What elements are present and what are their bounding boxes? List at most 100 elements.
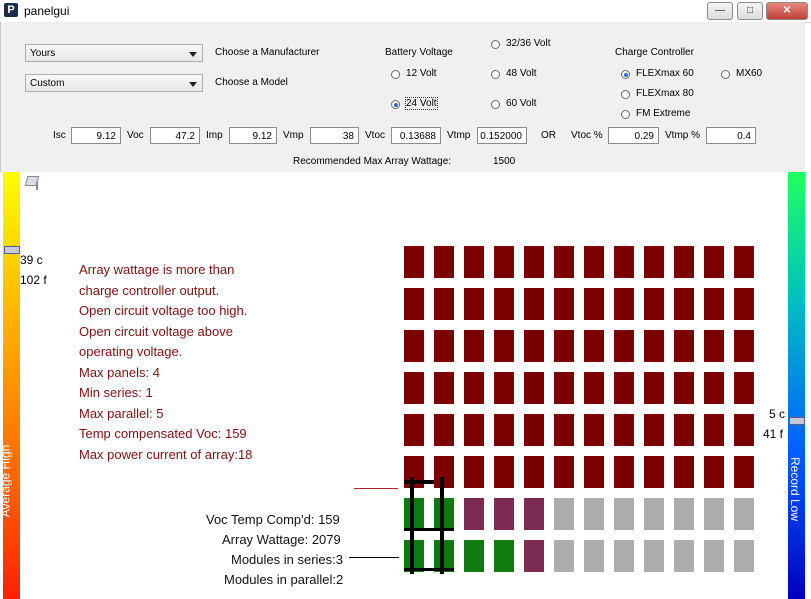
panel-module[interactable] — [674, 330, 694, 362]
panel-module[interactable] — [434, 414, 454, 446]
panel-module[interactable] — [734, 288, 754, 320]
panel-module[interactable] — [494, 330, 514, 362]
vtoc-field[interactable]: 0.13688 — [391, 127, 441, 144]
panel-module[interactable] — [584, 456, 604, 488]
panel-module[interactable] — [524, 456, 544, 488]
voc-field[interactable]: 47.2 — [150, 127, 200, 144]
panel-module[interactable] — [554, 414, 574, 446]
minimize-button[interactable]: — — [707, 2, 733, 20]
panel-module[interactable] — [734, 330, 754, 362]
vtoc-percent-field[interactable]: 0.29 — [608, 127, 659, 144]
panel-module[interactable] — [674, 498, 694, 530]
close-button[interactable]: ✕ — [766, 2, 808, 20]
panel-module[interactable] — [674, 540, 694, 572]
panel-module[interactable] — [704, 288, 724, 320]
panel-module[interactable] — [524, 246, 544, 278]
panel-module[interactable] — [704, 456, 724, 488]
panel-module[interactable] — [464, 498, 484, 530]
panel-module[interactable] — [434, 330, 454, 362]
model-select[interactable]: Custom — [25, 74, 203, 92]
vmp-field[interactable]: 38 — [310, 127, 359, 144]
panel-module[interactable] — [734, 372, 754, 404]
panel-module[interactable] — [614, 246, 634, 278]
panel-module[interactable] — [674, 288, 694, 320]
maximize-button[interactable]: □ — [737, 2, 763, 20]
panel-module[interactable] — [734, 498, 754, 530]
panel-module[interactable] — [464, 456, 484, 488]
panel-module[interactable] — [554, 246, 574, 278]
radio-flexmax-60[interactable] — [621, 70, 630, 79]
panel-module[interactable] — [674, 414, 694, 446]
panel-module[interactable] — [524, 288, 544, 320]
vtmp-percent-field[interactable]: 0.4 — [706, 127, 756, 144]
vtmp-field[interactable]: 0.152000 — [477, 127, 527, 144]
radio-60-volt[interactable] — [491, 100, 500, 109]
panel-module[interactable] — [734, 246, 754, 278]
panel-module[interactable] — [554, 288, 574, 320]
panel-module[interactable] — [584, 414, 604, 446]
panel-module[interactable] — [434, 372, 454, 404]
panel-module[interactable] — [434, 246, 454, 278]
panel-module[interactable] — [404, 414, 424, 446]
panel-module[interactable] — [464, 288, 484, 320]
panel-module[interactable] — [614, 498, 634, 530]
radio-32-36-volt[interactable] — [491, 40, 500, 49]
panel-module[interactable] — [704, 246, 724, 278]
panel-module[interactable] — [644, 540, 664, 572]
panel-module[interactable] — [614, 540, 634, 572]
panel-module[interactable] — [494, 456, 514, 488]
panel-module[interactable] — [674, 246, 694, 278]
isc-field[interactable]: 9.12 — [71, 127, 121, 144]
panel-module[interactable] — [734, 414, 754, 446]
panel-module[interactable] — [464, 414, 484, 446]
panel-module[interactable] — [434, 288, 454, 320]
panel-module[interactable] — [704, 330, 724, 362]
panel-module[interactable] — [584, 498, 604, 530]
record-low-marker[interactable] — [789, 416, 805, 425]
panel-module[interactable] — [434, 456, 454, 488]
panel-module[interactable] — [524, 498, 544, 530]
average-high-marker[interactable] — [4, 245, 20, 254]
panel-module[interactable] — [524, 330, 544, 362]
panel-module[interactable] — [704, 540, 724, 572]
panel-module[interactable] — [404, 246, 424, 278]
panel-module[interactable] — [464, 540, 484, 572]
panel-module[interactable] — [734, 540, 754, 572]
panel-module[interactable] — [524, 414, 544, 446]
panel-module[interactable] — [494, 246, 514, 278]
panel-module[interactable] — [494, 372, 514, 404]
radio-flexmax-80[interactable] — [621, 90, 630, 99]
radio-12-volt[interactable] — [391, 70, 400, 79]
radio-fm-extreme[interactable] — [621, 110, 630, 119]
panel-module[interactable] — [614, 288, 634, 320]
panel-module[interactable] — [644, 246, 664, 278]
panel-module[interactable] — [674, 456, 694, 488]
panel-module[interactable] — [404, 288, 424, 320]
panel-module[interactable] — [464, 372, 484, 404]
panel-module[interactable] — [464, 330, 484, 362]
panel-module[interactable] — [644, 372, 664, 404]
panel-module[interactable] — [554, 330, 574, 362]
panel-module[interactable] — [524, 540, 544, 572]
panel-module[interactable] — [494, 540, 514, 572]
panel-module[interactable] — [614, 456, 634, 488]
panel-module[interactable] — [734, 456, 754, 488]
panel-module[interactable] — [404, 372, 424, 404]
radio-24-volt[interactable] — [391, 100, 400, 109]
panel-module[interactable] — [644, 498, 664, 530]
panel-module[interactable] — [584, 330, 604, 362]
panel-module[interactable] — [404, 498, 424, 530]
manufacturer-select[interactable]: Yours — [25, 44, 203, 62]
panel-module[interactable] — [554, 372, 574, 404]
panel-module[interactable] — [434, 498, 454, 530]
panel-module[interactable] — [644, 414, 664, 446]
panel-module[interactable] — [674, 372, 694, 404]
panel-module[interactable] — [614, 372, 634, 404]
panel-module[interactable] — [704, 414, 724, 446]
panel-module[interactable] — [584, 288, 604, 320]
panel-module[interactable] — [494, 498, 514, 530]
panel-module[interactable] — [704, 372, 724, 404]
panel-module[interactable] — [644, 456, 664, 488]
panel-module[interactable] — [554, 456, 574, 488]
panel-module[interactable] — [584, 246, 604, 278]
